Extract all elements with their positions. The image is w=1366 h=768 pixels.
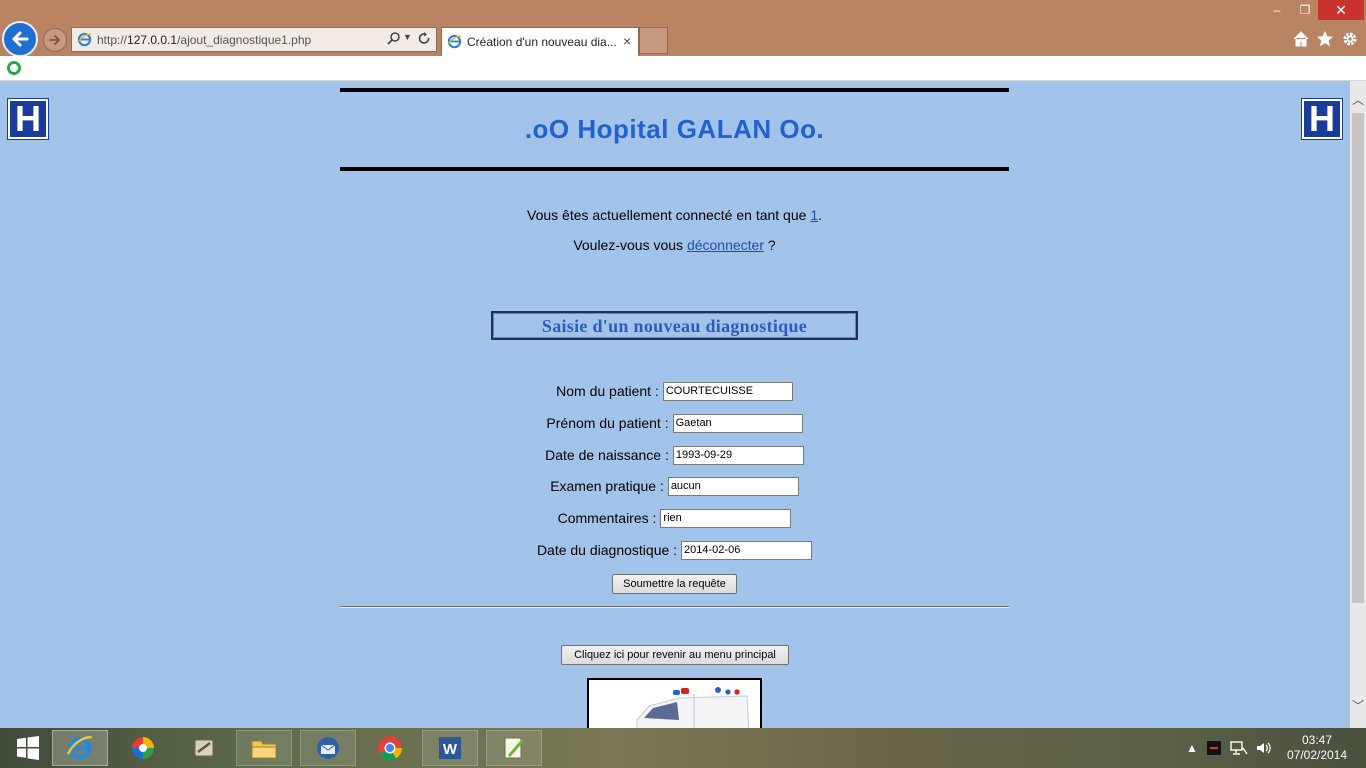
form-row-date-diagnostique: Date du diagnostique : xyxy=(340,540,1009,560)
taskbar-chrome[interactable] xyxy=(362,730,418,766)
web-page: H H .oO Hopital GALAN Oo. Vous êtes actu… xyxy=(0,81,1350,728)
internet-explorer-icon xyxy=(66,735,93,759)
search-icon[interactable] xyxy=(386,31,402,47)
form-row-examen: Examen pratique : xyxy=(340,476,1009,496)
submit-button[interactable]: Soumettre la requête xyxy=(612,574,737,594)
taskbar-tools-app[interactable] xyxy=(176,730,232,766)
taskbar-notepad-plus[interactable] xyxy=(486,730,542,766)
prenom-patient-input[interactable] xyxy=(672,413,803,433)
vertical-scrollbar[interactable]: ︿ ﹀ xyxy=(1350,81,1366,728)
tab-close-icon[interactable]: × xyxy=(623,33,631,49)
field-label-date-diagnostique: Date du diagnostique : xyxy=(536,542,678,558)
taskbar-file-explorer[interactable] xyxy=(236,730,292,766)
browser-chrome: http://127.0.0.1/ajout_diagnostique1.php… xyxy=(0,0,1366,57)
field-label-nom: Nom du patient : xyxy=(556,383,659,399)
favorites-star-icon[interactable] xyxy=(1316,30,1334,48)
form-row-prenom: Prénom du patient : xyxy=(340,413,1009,433)
new-tab-button[interactable] xyxy=(639,27,668,54)
connected-as-text: Vous êtes actuellement connecté en tant … xyxy=(527,207,822,223)
start-button[interactable] xyxy=(0,730,56,766)
color-app-icon xyxy=(132,737,154,759)
minimize-button[interactable]: ‒ xyxy=(1262,0,1292,20)
back-button[interactable] xyxy=(2,21,38,57)
forward-arrow-icon xyxy=(49,35,60,45)
chrome-icon xyxy=(378,736,402,761)
address-bar[interactable]: http://127.0.0.1/ajout_diagnostique1.php… xyxy=(71,27,437,52)
restore-button[interactable]: ❐ xyxy=(1292,0,1318,20)
section-title: Saisie d'un nouveau diagnostique xyxy=(541,316,808,336)
tools-app-icon xyxy=(194,739,214,757)
date-diagnostique-input[interactable] xyxy=(681,540,813,560)
back-arrow-icon xyxy=(12,31,29,47)
system-clock[interactable]: 03:47 07/02/2014 xyxy=(1284,733,1350,763)
title-rule-top xyxy=(340,88,1009,92)
field-label-prenom: Prénom du patient : xyxy=(546,415,669,431)
user-link[interactable]: 1 xyxy=(810,207,818,223)
favorites-bar xyxy=(0,56,1366,81)
scrollbar-thumb[interactable] xyxy=(1352,113,1364,603)
form-row-commentaires: Commentaires : xyxy=(340,508,1009,528)
home-icon[interactable] xyxy=(1292,30,1310,48)
file-explorer-icon xyxy=(251,740,277,759)
close-window-button[interactable]: ✕ xyxy=(1318,0,1364,20)
date-naissance-input[interactable] xyxy=(672,445,804,465)
internet-explorer-icon xyxy=(77,32,92,47)
taskbar: W ▲ 03:47 07/02/2014 xyxy=(0,728,1366,768)
scroll-up-icon[interactable]: ︿ xyxy=(1352,91,1364,108)
thunderbird-icon xyxy=(317,737,339,759)
settings-gear-icon[interactable] xyxy=(1341,30,1359,48)
taskbar-thunderbird[interactable] xyxy=(300,730,356,766)
taskbar-color-app[interactable] xyxy=(115,730,171,766)
clock-time: 03:47 xyxy=(1301,733,1333,747)
form-row-nom: Nom du patient : xyxy=(340,381,1009,401)
tab-active[interactable]: Création d'un nouveau dia... × xyxy=(441,27,639,56)
internet-explorer-icon xyxy=(447,34,462,49)
clock-date: 07/02/2014 xyxy=(1286,748,1348,762)
tab-title: Création d'un nouveau dia... xyxy=(467,35,617,49)
svg-text:W: W xyxy=(443,741,458,758)
logout-link[interactable]: déconnecter xyxy=(687,237,764,253)
field-label-examen: Examen pratique : xyxy=(550,478,664,494)
network-icon[interactable] xyxy=(1230,740,1248,756)
field-label-commentaires: Commentaires : xyxy=(557,510,657,526)
hospital-logo-right: H xyxy=(1301,98,1343,140)
scroll-down-icon[interactable]: ﹀ xyxy=(1352,697,1364,714)
form-divider xyxy=(340,606,1009,608)
form-row-naissance: Date de naissance : xyxy=(340,445,1009,465)
refresh-icon[interactable] xyxy=(416,31,432,47)
tray-app-icon[interactable] xyxy=(1206,740,1222,756)
addon-ring-icon[interactable] xyxy=(6,60,22,76)
taskbar-word[interactable]: W xyxy=(422,730,478,766)
main-menu-button[interactable]: Cliquez ici pour revenir au menu princip… xyxy=(561,645,789,665)
volume-icon[interactable] xyxy=(1255,740,1273,756)
taskbar-ie[interactable] xyxy=(52,730,108,766)
forward-button[interactable] xyxy=(43,28,67,52)
title-rule-bottom xyxy=(340,167,1009,171)
nom-patient-input[interactable] xyxy=(662,381,793,401)
url-text: http://127.0.0.1/ajout_diagnostique1.php xyxy=(97,33,312,47)
logout-prompt: Voulez-vous vous déconnecter ? xyxy=(573,237,776,253)
dropdown-arrow-icon[interactable]: ▼ xyxy=(403,32,412,42)
word-icon: W xyxy=(439,737,461,759)
notepad-plus-icon xyxy=(504,737,525,759)
tray-chevron-icon[interactable]: ▲ xyxy=(1186,728,1198,768)
commentaires-input[interactable] xyxy=(660,508,792,528)
ambulance-image xyxy=(587,678,762,728)
ambulance-picture xyxy=(589,680,760,728)
field-label-naissance: Date de naissance : xyxy=(545,447,669,463)
examen-pratique-input[interactable] xyxy=(667,476,799,496)
page-title: .oO Hopital GALAN Oo. xyxy=(524,114,825,144)
hospital-logo-left: H xyxy=(7,98,49,140)
start-icon xyxy=(17,736,39,760)
